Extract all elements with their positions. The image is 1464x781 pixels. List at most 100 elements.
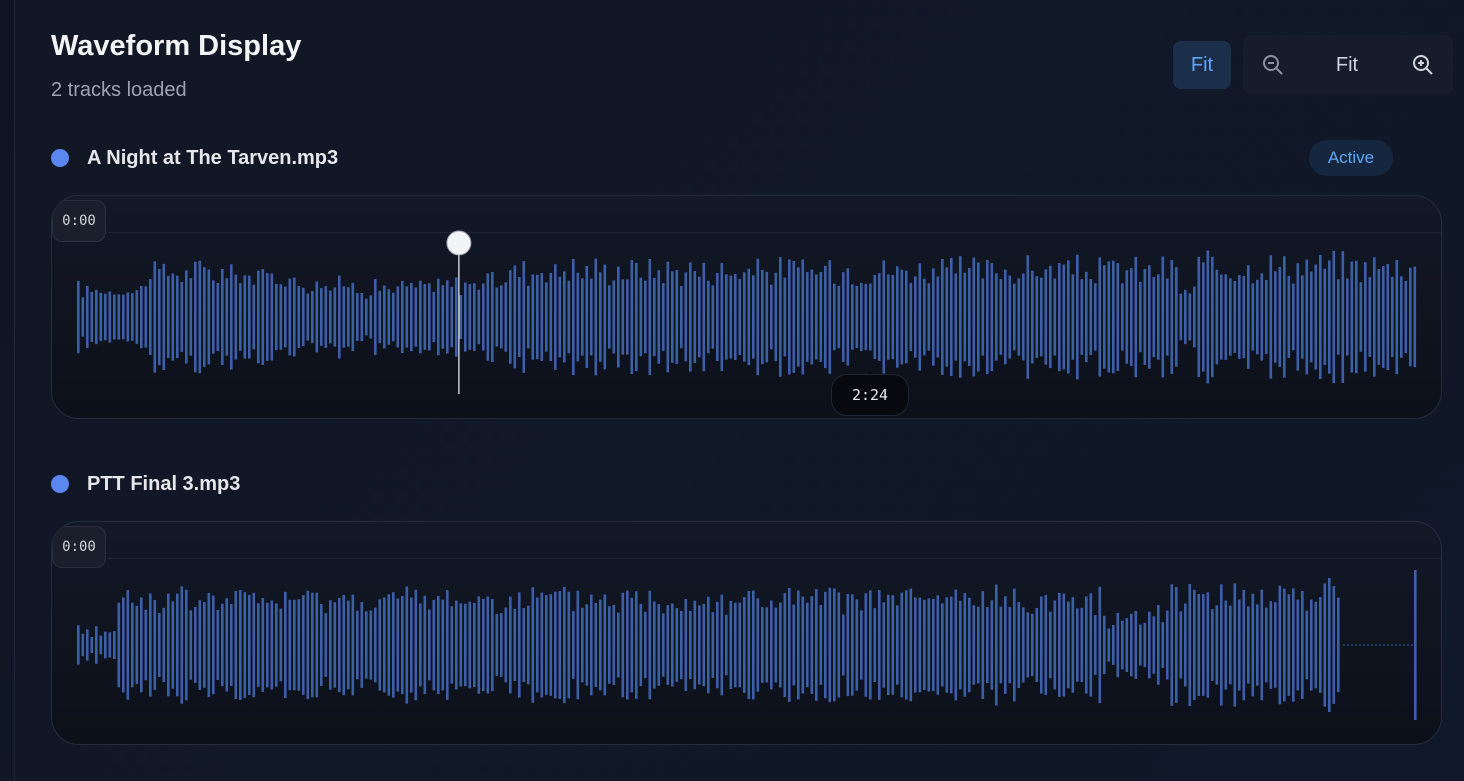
track-2-waveform[interactable]: 0:00 — [51, 521, 1442, 745]
waveform-bar — [878, 590, 881, 700]
waveform-bar — [342, 595, 346, 696]
waveform-bar — [1004, 596, 1007, 694]
waveform-bar — [1355, 260, 1358, 374]
waveform-bar — [513, 608, 517, 682]
waveform-bar — [765, 271, 769, 363]
waveform-bar — [482, 283, 485, 351]
waveform-bar — [108, 632, 112, 658]
waveform-bar — [347, 600, 350, 690]
waveform-bar — [707, 596, 710, 694]
waveform-bar — [581, 607, 584, 683]
waveform-bar — [383, 597, 386, 693]
waveform-bar — [1062, 264, 1066, 370]
waveform-bar — [653, 601, 656, 689]
waveform-bar — [1247, 265, 1250, 369]
waveform-bar — [837, 592, 841, 698]
waveform-bar — [864, 283, 868, 351]
waveform-bar — [770, 284, 773, 350]
waveform-bar — [783, 593, 787, 697]
waveform-bar — [797, 267, 800, 367]
waveform-bar — [500, 613, 503, 677]
waveform-bar — [351, 282, 355, 351]
waveform-bar — [140, 597, 143, 693]
zoom-fit-button[interactable]: Fit — [1319, 35, 1375, 95]
waveform-bar — [117, 294, 121, 340]
waveform-bar — [257, 603, 260, 687]
waveform-bar — [999, 606, 1003, 684]
waveform-bar — [297, 599, 301, 691]
waveform-bar — [963, 272, 967, 362]
waveform-bar — [306, 590, 310, 700]
zoom-out-icon — [1263, 55, 1283, 75]
waveform-bar — [203, 267, 206, 367]
waveform-bar — [941, 259, 944, 375]
waveform-bar — [1116, 263, 1120, 371]
waveform-bar — [959, 256, 962, 378]
waveform-bar — [981, 591, 985, 699]
waveform-bar — [1134, 256, 1138, 378]
waveform-bar — [909, 588, 913, 702]
waveform-bar — [171, 601, 175, 689]
waveform-bar — [180, 282, 184, 352]
waveform-bar — [1013, 588, 1016, 702]
waveform-bar — [671, 603, 674, 687]
waveform-bar — [990, 600, 994, 690]
waveform-bar — [491, 598, 494, 692]
waveform-bar — [302, 595, 305, 695]
waveform-bar — [833, 588, 836, 702]
waveform-bar — [414, 589, 418, 701]
waveform-bar — [1161, 622, 1165, 668]
waveform-bar — [1314, 601, 1318, 689]
waveform-bar — [122, 294, 125, 340]
waveform-bar — [270, 600, 274, 690]
waveform-bar — [792, 261, 796, 373]
waveform-bar — [77, 625, 80, 665]
waveform-bar — [603, 264, 607, 370]
waveform-bar — [1130, 613, 1133, 677]
playhead-handle[interactable] — [446, 230, 472, 256]
waveform-bar — [189, 610, 193, 680]
waveform-bar — [693, 600, 697, 690]
track-1-color-dot — [51, 149, 69, 167]
fit-button[interactable]: Fit — [1173, 41, 1231, 89]
waveform-bar — [261, 598, 265, 692]
track-1-name: A Night at The Tarven.mp3 — [87, 147, 339, 169]
waveform-bar — [243, 275, 247, 359]
waveform-bar — [1143, 268, 1147, 365]
waveform-bar — [1184, 603, 1187, 687]
waveform-bar — [95, 289, 98, 345]
waveform-bar — [473, 602, 476, 687]
waveform-bar — [761, 269, 764, 365]
waveform-bar — [432, 291, 436, 343]
waveform-bar — [365, 611, 368, 679]
waveform-bar — [446, 280, 449, 354]
track-1-waveform[interactable]: 0:00 2:24 — [51, 195, 1442, 419]
waveform-bar — [1166, 610, 1169, 680]
waveform-bar — [405, 286, 409, 348]
waveform-bar — [1337, 597, 1340, 693]
waveform-bar — [842, 614, 845, 676]
waveform-bar — [423, 595, 427, 695]
track-1-waveform-bars — [77, 230, 1417, 394]
zoom-out-button[interactable] — [1255, 35, 1291, 95]
waveform-bar — [1094, 283, 1097, 351]
waveform-bar — [1233, 281, 1237, 353]
waveform-bar — [630, 260, 634, 374]
waveform-bar — [180, 586, 184, 704]
waveform-bar — [1008, 606, 1012, 684]
waveform-bar — [1283, 588, 1286, 702]
waveform-bar — [972, 257, 976, 377]
waveform-bar — [1229, 605, 1232, 685]
waveform-bar — [639, 277, 643, 357]
waveform-bar — [423, 284, 427, 350]
waveform-bar — [1121, 283, 1124, 351]
page-title: Waveform Display — [51, 30, 302, 62]
waveform-bar — [1013, 283, 1016, 351]
track-2-name: PTT Final 3.mp3 — [87, 473, 241, 495]
waveform-bar — [1283, 256, 1286, 378]
waveform-bar — [873, 275, 877, 359]
zoom-in-button[interactable] — [1405, 35, 1441, 95]
waveform-bar — [1076, 608, 1079, 682]
waveform-bar — [770, 600, 773, 690]
waveform-bar — [284, 591, 287, 699]
